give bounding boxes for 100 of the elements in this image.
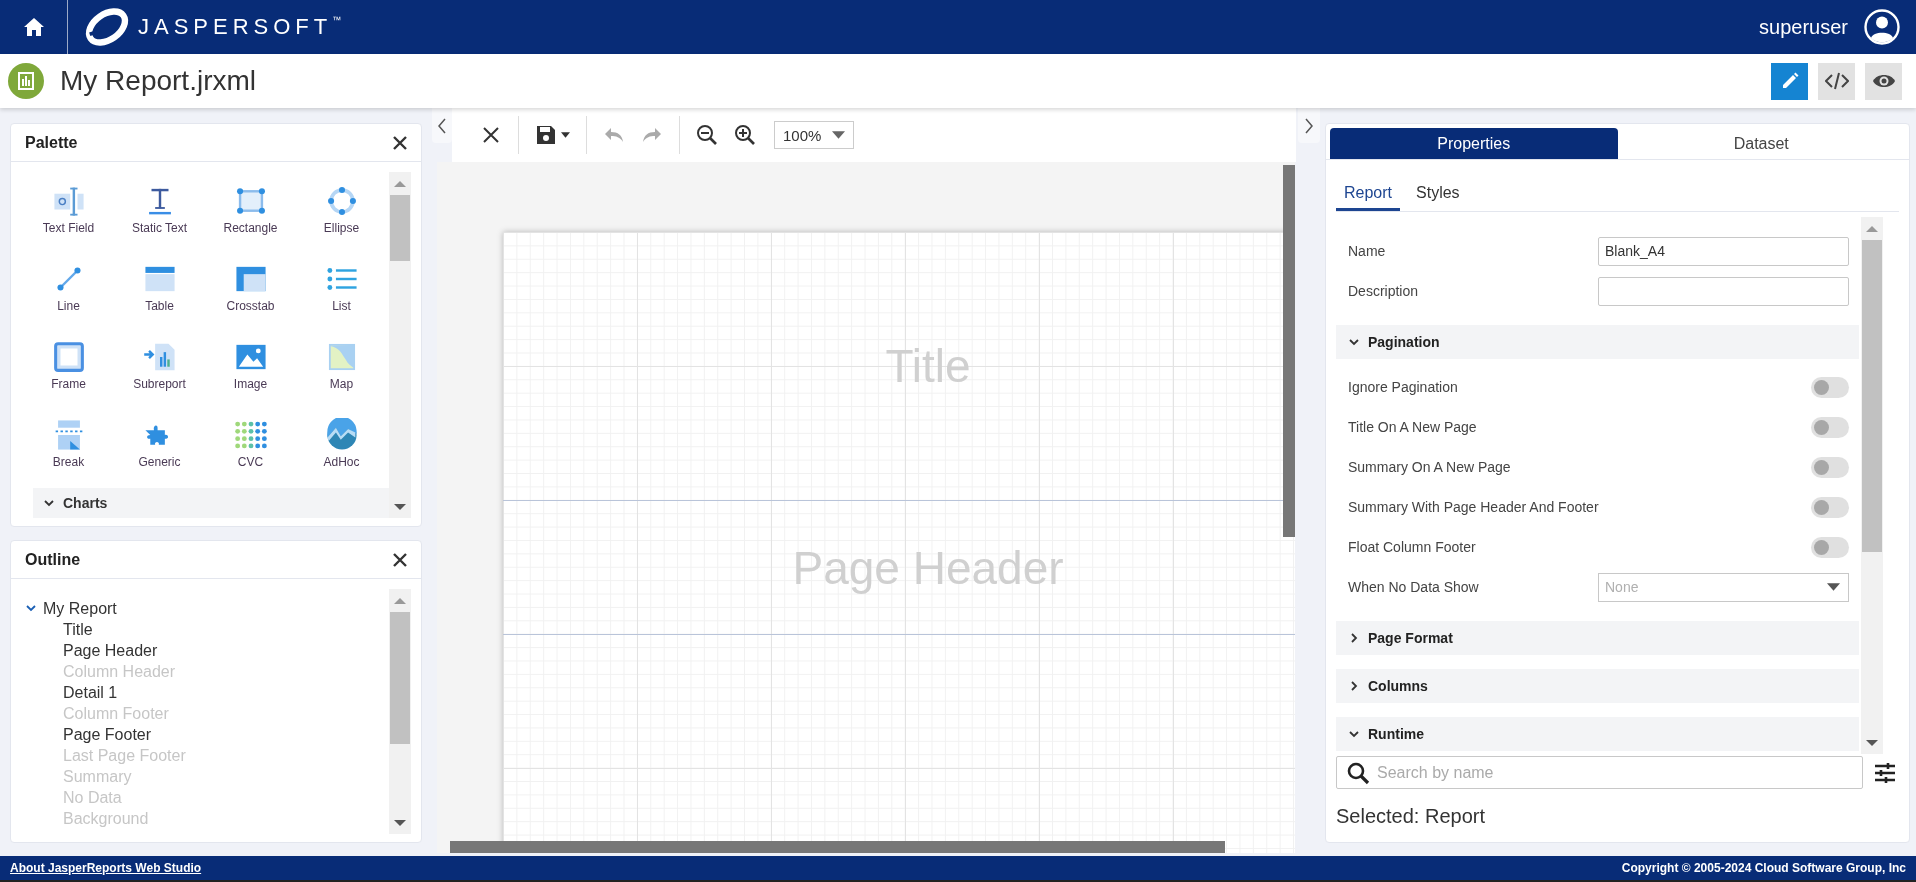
close-button[interactable] [393,552,407,567]
frame-icon [51,340,86,374]
scrollbar[interactable] [1861,217,1883,754]
section-header[interactable]: Page Format [1336,621,1859,655]
tree-item[interactable]: Page Footer [63,724,152,745]
scrollbar[interactable] [389,589,411,834]
caret-icon [1827,583,1840,591]
tab[interactable]: Report [1336,178,1401,211]
document-title: My Report.jrxml [60,65,256,97]
palette-item[interactable]: Subreport [114,340,205,404]
palette-item[interactable]: Image [205,340,296,404]
user-avatar-icon [1864,9,1900,45]
selection-status: Selected: Report [1336,805,1486,828]
trademark-mark: ™ [332,15,342,25]
scrollbar-thumb[interactable] [390,612,410,744]
close-icon [393,135,407,150]
about-link[interactable]: About JasperReports Web Studio [10,861,202,875]
close-icon [481,125,501,145]
toggle-switch[interactable] [1811,536,1849,558]
palette-item[interactable]: AdHoc [296,418,387,482]
section-label: Runtime [1368,726,1424,742]
zoom-dropdown[interactable]: 100% [774,121,854,149]
close-button[interactable] [393,135,407,150]
field-label: Name [1348,243,1386,259]
property-label: When No Data Show [1348,579,1479,595]
property-label: Ignore Pagination [1348,379,1458,395]
section-label: Columns [1368,678,1428,694]
down-arrow-icon [1866,740,1878,746]
up-arrow-icon [1866,226,1878,232]
palette-item[interactable]: Frame [23,340,114,404]
palette-item[interactable]: Ellipse [296,184,387,248]
section-label: Page Format [1368,630,1453,646]
scrollbar-thumb[interactable] [1862,240,1882,552]
code-icon [1824,71,1849,91]
palette-item[interactable]: Static Text [114,184,205,248]
search-field[interactable]: Search by name [1336,756,1863,789]
copyright-text: Copyright © 2005-2024 Cloud Software Group, Inc [1621,861,1906,875]
tab[interactable]: Styles [1408,178,1468,211]
toggle-switch[interactable] [1811,496,1849,518]
down-arrow-icon [394,820,406,826]
chevron-left-icon [437,117,447,134]
property-label: Summary With Page Header And Footer [1348,499,1599,515]
input-field[interactable]: Blank_A4 [1598,236,1849,266]
eye-icon [1871,73,1896,89]
property-label: Title On A New Page [1348,419,1477,435]
palette-item[interactable]: Crosstab [205,262,296,326]
tree-item[interactable]: My Report [43,598,117,619]
tree-item[interactable]: Detail 1 [63,682,118,703]
tab[interactable]: Dataset [1617,128,1905,159]
palette-item[interactable]: Map [296,340,387,404]
report-icon [8,63,44,99]
palette-item[interactable]: Line [23,262,114,326]
palette-item[interactable]: List [296,262,387,326]
caret-icon [561,132,570,138]
palette-item[interactable]: Generic [114,418,205,482]
palette-item[interactable]: Break [23,418,114,482]
palette-item[interactable]: CVC [205,418,296,482]
section-header[interactable]: Runtime [1336,717,1859,751]
caret-icon [832,131,845,139]
section-header[interactable]: Charts [33,488,389,518]
palette-item[interactable]: Table [114,262,205,326]
scrollbar[interactable] [389,172,411,518]
view-mode-button[interactable] [1865,62,1902,100]
sliders-icon [1873,760,1897,785]
property-label: Float Column Footer [1348,539,1476,555]
toggle-switch[interactable] [1811,456,1849,478]
user-name: superuser [1759,15,1848,39]
panel-title: Outline [25,550,81,569]
chevron-right-icon [1304,117,1314,134]
section-label: Charts [63,495,108,511]
toggle-switch[interactable] [1811,416,1849,438]
section-header[interactable]: Pagination [1336,325,1859,359]
up-arrow-icon [394,181,406,187]
scrollbar-thumb[interactable] [450,841,1225,853]
tree-item[interactable]: Title [63,619,93,640]
section-header[interactable]: Columns [1336,669,1859,703]
logo-text: JASPERSOFT [138,14,333,40]
up-arrow-icon [394,598,406,604]
zoom-in-icon [734,124,756,146]
palette-item[interactable]: Rectangle [205,184,296,248]
down-arrow-icon [394,504,406,510]
view-mode-button[interactable] [1818,62,1855,100]
chart-circle-icon [324,418,359,452]
zoom-out-icon [696,124,718,146]
section-label: Pagination [1368,334,1440,350]
panel-title: Palette [25,133,78,152]
toggle-switch[interactable] [1811,376,1849,398]
expand-button[interactable] [1298,108,1320,143]
tab[interactable]: Properties [1330,128,1618,159]
input-field[interactable] [1598,276,1849,306]
collapse-button[interactable] [432,108,452,143]
scrollbar-thumb[interactable] [1283,165,1295,537]
palette-item[interactable]: Text Field [23,184,114,248]
property-label: Summary On A New Page [1348,459,1511,475]
user-avatar-button[interactable] [1864,9,1900,45]
tree-item[interactable]: Page Header [63,640,158,661]
search-icon [1346,761,1370,785]
close-icon [393,552,407,567]
scrollbar-thumb[interactable] [390,195,410,261]
field-label: Description [1348,283,1419,299]
